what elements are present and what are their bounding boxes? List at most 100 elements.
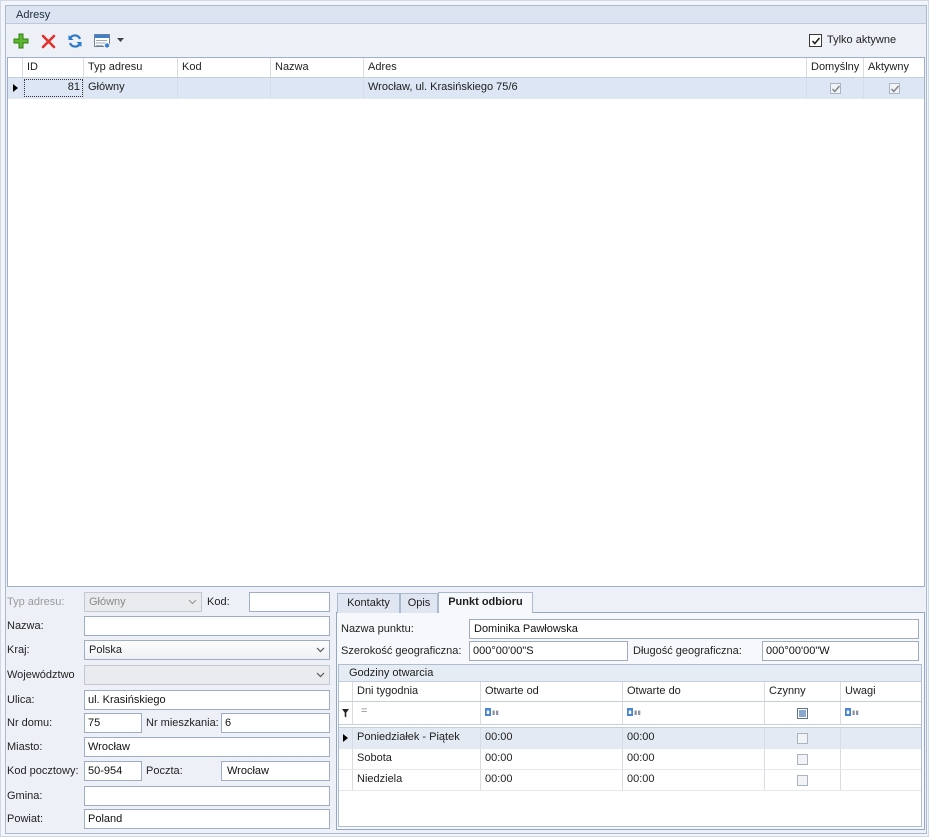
abc-filter-icon <box>485 704 499 723</box>
house-number-input[interactable] <box>84 713 142 733</box>
chevron-down-icon[interactable] <box>314 666 326 684</box>
only-active-checkbox[interactable] <box>809 34 822 47</box>
column-header-active[interactable]: Aktywny <box>864 58 924 77</box>
plus-icon[interactable] <box>12 32 29 49</box>
cell-address-type[interactable]: Główny <box>84 78 178 98</box>
district-input[interactable] <box>84 809 330 829</box>
panel-title: Adresy <box>6 6 926 24</box>
active-checkbox[interactable] <box>797 732 808 744</box>
tab-contacts[interactable]: Kontakty <box>337 593 400 613</box>
cell-active[interactable] <box>864 78 924 98</box>
name-label: Nazwa: <box>7 620 44 632</box>
tab-pickup-point[interactable]: Punkt odbioru <box>438 592 533 613</box>
cell-open-to[interactable]: 00:00 <box>623 728 765 748</box>
cell-notes[interactable] <box>841 749 921 769</box>
cell-id[interactable]: 81 <box>23 78 84 98</box>
row-indicator-header <box>339 682 353 701</box>
post-office-input[interactable] <box>221 761 330 781</box>
address-type-label: Typ adresu: <box>7 596 65 608</box>
row-indicator-header <box>8 58 23 77</box>
filter-active[interactable] <box>765 702 841 724</box>
cell-active[interactable] <box>765 770 841 790</box>
abc-filter-icon <box>627 704 641 723</box>
column-header-default[interactable]: Domyślny <box>807 58 864 77</box>
chevron-down-icon[interactable] <box>314 641 326 659</box>
row-indicator-empty <box>339 749 353 769</box>
column-header-active[interactable]: Czynny <box>765 682 841 701</box>
only-active-label[interactable]: Tylko aktywne <box>827 30 896 50</box>
apartment-number-label: Nr mieszkania: <box>146 717 219 729</box>
tab-description[interactable]: Opis <box>400 593 438 613</box>
cell-notes[interactable] <box>841 728 921 748</box>
cell-address[interactable]: Wrocław, ul. Krasińskiego 75/6 <box>364 78 807 98</box>
filter-notes[interactable] <box>841 702 921 724</box>
cell-name[interactable] <box>271 78 364 98</box>
column-header-code[interactable]: Kod <box>178 58 271 77</box>
postal-code-input[interactable] <box>84 761 142 781</box>
point-name-input[interactable] <box>469 619 919 639</box>
column-header-name[interactable]: Nazwa <box>271 58 364 77</box>
filter-open-to[interactable] <box>623 702 765 724</box>
active-checkbox[interactable] <box>797 753 808 765</box>
grid-view-icon[interactable] <box>94 34 111 49</box>
street-input[interactable] <box>84 690 330 710</box>
cell-open-from[interactable]: 00:00 <box>481 728 623 748</box>
cell-open-from[interactable]: 00:00 <box>481 749 623 769</box>
code-label: Kod: <box>207 596 230 608</box>
house-number-label: Nr domu: <box>7 717 53 729</box>
district-label: Powiat: <box>7 813 44 825</box>
city-input[interactable] <box>84 737 330 757</box>
longitude-input[interactable] <box>762 641 919 661</box>
column-header-address-type[interactable]: Typ adresu <box>84 58 178 77</box>
tab-description-label: Opis <box>407 597 431 609</box>
column-header-open-to[interactable]: Otwarte do <box>623 682 765 701</box>
country-label: Kraj: <box>7 644 30 656</box>
cell-open-from[interactable]: 00:00 <box>481 770 623 790</box>
filter-open-from[interactable] <box>481 702 623 724</box>
column-header-open-from[interactable]: Otwarte od <box>481 682 623 701</box>
filter-active-checkbox[interactable] <box>797 707 808 719</box>
table-row[interactable]: Niedziela 00:00 00:00 <box>339 770 921 791</box>
active-checkbox[interactable] <box>797 774 808 786</box>
opening-hours-grid-header: Dni tygodnia Otwarte od Otwarte do Czynn… <box>339 682 921 702</box>
province-label: Województwo <box>7 669 75 681</box>
addresses-window: Adresy Tylko aktywne ID Typ adresu Kod N… <box>0 0 929 837</box>
country-select[interactable]: Polska <box>84 640 330 660</box>
delete-icon[interactable] <box>40 33 56 49</box>
cell-active[interactable] <box>765 749 841 769</box>
longitude-label: Długość geograficzna: <box>633 645 742 657</box>
cell-open-to[interactable]: 00:00 <box>623 749 765 769</box>
filter-row[interactable]: = <box>339 702 921 728</box>
refresh-icon[interactable] <box>67 33 83 49</box>
cell-open-to[interactable]: 00:00 <box>623 770 765 790</box>
province-select[interactable] <box>84 665 330 685</box>
active-checkbox[interactable] <box>888 82 900 94</box>
column-header-weekdays[interactable]: Dni tygodnia <box>353 682 481 701</box>
filter-weekdays[interactable]: = <box>353 702 481 724</box>
cell-notes[interactable] <box>841 770 921 790</box>
name-input[interactable] <box>84 616 330 636</box>
column-header-id[interactable]: ID <box>23 58 84 77</box>
cell-code[interactable] <box>178 78 271 98</box>
cell-weekdays[interactable]: Niedziela <box>353 770 481 790</box>
table-row[interactable]: Poniedziałek - Piątek 00:00 00:00 <box>339 728 921 749</box>
cell-weekdays[interactable]: Poniedziałek - Piątek <box>353 728 481 748</box>
street-label: Ulica: <box>7 694 35 706</box>
municipality-input[interactable] <box>84 786 330 806</box>
opening-hours-grid[interactable]: Dni tygodnia Otwarte od Otwarte do Czynn… <box>339 682 921 826</box>
code-input[interactable] <box>249 592 330 612</box>
cell-default[interactable] <box>807 78 864 98</box>
apartment-number-input[interactable] <box>221 713 330 733</box>
latitude-input[interactable] <box>469 641 628 661</box>
latitude-label: Szerokość geograficzna: <box>341 645 462 657</box>
table-row[interactable]: Sobota 00:00 00:00 <box>339 749 921 770</box>
table-row[interactable]: 81 Główny Wrocław, ul. Krasińskiego 75/6 <box>8 78 924 99</box>
column-header-address[interactable]: Adres <box>364 58 807 77</box>
cell-weekdays[interactable]: Sobota <box>353 749 481 769</box>
cell-active[interactable] <box>765 728 841 748</box>
dropdown-arrow-icon[interactable] <box>115 36 126 44</box>
addresses-grid[interactable]: ID Typ adresu Kod Nazwa Adres Domyślny A… <box>7 57 925 587</box>
tab-pickup-point-label: Punkt odbioru <box>448 596 523 608</box>
column-header-notes[interactable]: Uwagi <box>841 682 921 701</box>
default-checkbox[interactable] <box>829 82 841 94</box>
